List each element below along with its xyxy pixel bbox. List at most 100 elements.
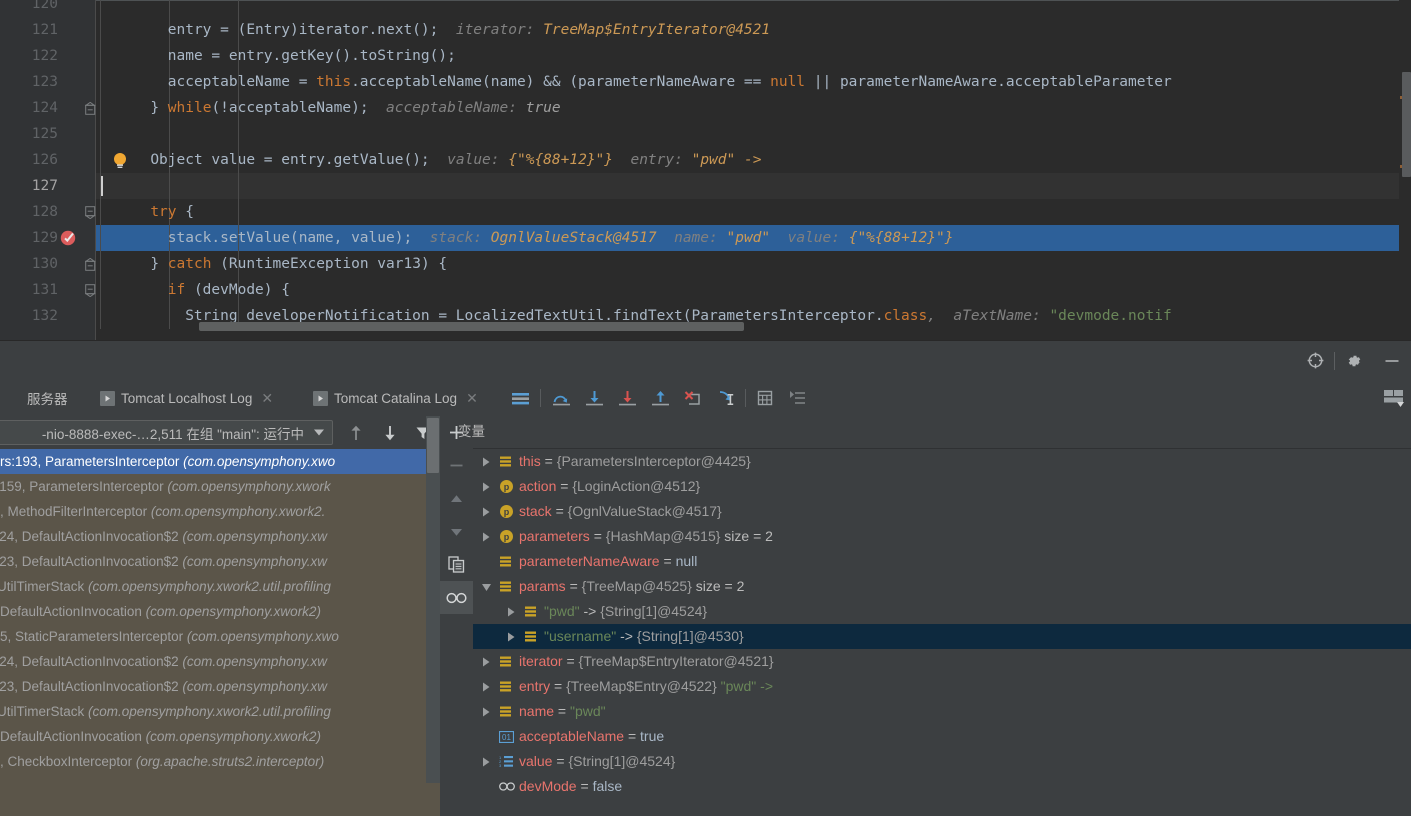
fold-start-icon[interactable] [85,199,96,225]
thread-selector-dropdown[interactable]: -nio-8888-exec-…2,511 在组 "main": 运行中 [0,420,333,445]
variable-row[interactable]: entry = {TreeMap$Entry@4522} "pwd" -> [473,674,1411,699]
step-into-icon[interactable] [578,380,611,416]
frame-list-item[interactable]: pt:83, CheckboxInterceptor (org.apache.s… [0,749,440,774]
expand-arrow-right-icon[interactable] [506,624,517,649]
code-line[interactable]: 131 if (devMode) { [0,277,1411,303]
variables-list[interactable]: this = {ParametersInterceptor@4425} p acti… [473,449,1411,816]
frame-list-item[interactable]: pt:105, StaticParametersInterceptor (com… [0,624,440,649]
frame-down-arrow[interactable] [377,420,403,445]
expand-arrow-right-icon[interactable] [481,449,492,474]
variable-row[interactable]: devMode = false [473,774,1411,799]
fold-end-icon[interactable] [85,251,96,277]
code-line[interactable]: 130} catch (RuntimeException var13) { [0,251,1411,277]
variable-text: acceptableName = true [519,724,664,749]
frame-list-item[interactable]: -55, UtilTimerStack (com.opensymphony.xw… [0,699,440,724]
minimize-icon[interactable] [1373,341,1411,380]
code-line[interactable]: 120 [0,0,1411,17]
close-icon[interactable]: ✕ [261,390,273,407]
variable-row[interactable]: "username" -> {String[1]@4530} [473,624,1411,649]
expand-arrow-right-icon[interactable] [481,699,492,724]
layout-settings-icon[interactable] [1378,380,1411,416]
variable-row[interactable]: this = {ParametersInterceptor@4425} [473,449,1411,474]
move-up-icon[interactable] [440,482,473,515]
close-icon[interactable]: ✕ [466,390,478,407]
variable-row[interactable]: 1 2 3 value = {String[1]@4524} [473,749,1411,774]
svg-text:p: p [504,507,510,517]
variable-equals: = [550,678,567,694]
drop-frame-icon[interactable] [677,380,710,416]
editor-marker-gutter[interactable] [1399,0,1411,340]
code-line[interactable]: 125 [0,121,1411,147]
editor-scrollbar-thumb[interactable] [1402,72,1411,177]
fold-end-icon[interactable] [85,95,96,121]
inspect-glasses-icon[interactable] [440,581,473,614]
expand-arrow-right-icon[interactable] [481,524,492,549]
remove-watch-minus-icon[interactable] [440,449,473,482]
field-icon [499,674,515,699]
breakpoint-verified-icon[interactable] [59,228,78,247]
step-out-icon[interactable] [644,380,677,416]
code-editor[interactable]: 120 121 entry = (Entry)iterator.next(); it… [0,0,1411,340]
force-step-into-icon[interactable] [611,380,644,416]
variable-name: parameters [519,528,590,544]
expand-arrow-right-icon[interactable] [481,474,492,499]
expand-arrow-right-icon[interactable] [481,499,492,524]
expand-arrow-right-icon[interactable] [506,599,517,624]
variable-row[interactable]: parameterNameAware = null [473,549,1411,574]
frame-list-item[interactable]: pt:86, MethodFilterInterceptor (com.open… [0,499,440,524]
frame-list-item[interactable]: ing:224, DefaultActionInvocation$2 (com.… [0,524,440,549]
fold-start-icon[interactable] [85,277,96,303]
move-down-icon[interactable] [440,515,473,548]
parameter-icon: p [499,499,515,524]
show-execution-point-icon[interactable] [781,380,814,416]
variable-row[interactable]: name = "pwd" [473,699,1411,724]
evaluate-expression-icon[interactable] [748,380,781,416]
frame-list-item[interactable]: 221, DefaultActionInvocation (com.opensy… [0,724,440,749]
tab-server[interactable]: 服务器 [27,380,68,416]
frame-list-item[interactable]: ing:223, DefaultActionInvocation$2 (com.… [0,674,440,699]
expand-arrow-right-icon[interactable] [481,749,492,774]
variable-row[interactable]: 01 acceptableName = true [473,724,1411,749]
copy-icon[interactable] [440,548,473,581]
intention-bulb-icon[interactable] [111,151,129,170]
editor-horizontal-scrollbar[interactable] [199,322,744,331]
code-line[interactable]: 129 stack.setValue(name, value); stack: O… [0,225,1411,251]
variable-row[interactable]: iterator = {TreeMap$EntryIterator@4521} [473,649,1411,674]
frame-list-item[interactable]: -55, UtilTimerStack (com.opensymphony.xw… [0,574,440,599]
code-text: if (devMode) { [168,277,290,303]
code-line[interactable]: 126 Object value = entry.getValue(); valu… [0,147,1411,173]
frame-list-item[interactable]: ing:223, DefaultActionInvocation$2 (com.… [0,549,440,574]
console-lines-icon[interactable] [504,380,537,416]
frame-list-item[interactable]: ing:224, DefaultActionInvocation$2 (com.… [0,649,440,674]
expand-arrow-right-icon[interactable] [481,649,492,674]
code-line[interactable]: 123 acceptableName = this.acceptableName(… [0,69,1411,95]
frame-list-item[interactable]: 221, DefaultActionInvocation (com.opensy… [0,599,440,624]
variable-row[interactable]: p stack = {OgnlValueStack@4517} [473,499,1411,524]
tab-tomcat-localhost-log[interactable]: Tomcat Localhost Log ✕ [100,380,273,416]
frames-scrollbar-thumb[interactable] [427,418,439,473]
code-line[interactable]: 121 entry = (Entry)iterator.next(); itera… [0,17,1411,43]
frames-list[interactable]: meters:193, ParametersInterceptor (com.o… [0,449,440,816]
variable-text: devMode = false [519,774,622,799]
frame-list-item[interactable]: meters:193, ParametersInterceptor (com.o… [0,449,440,474]
crosshair-target-icon[interactable] [1296,341,1334,380]
settings-gear-icon[interactable] [1335,341,1373,380]
frame-up-arrow[interactable] [343,420,369,445]
variable-row[interactable]: params = {TreeMap@4525} size = 2 [473,574,1411,599]
frame-list-item[interactable]: cept:159, ParametersInterceptor (com.ope… [0,474,440,499]
tab-tomcat-catalina-log[interactable]: Tomcat Catalina Log ✕ [313,380,478,416]
expand-arrow-down-icon[interactable] [481,574,492,599]
variable-row[interactable]: p action = {LoginAction@4512} [473,474,1411,499]
expand-arrow-right-icon[interactable] [481,674,492,699]
run-to-cursor-icon[interactable] [710,380,743,416]
variable-row[interactable]: p parameters = {HashMap@4515} size = 2 [473,524,1411,549]
code-line[interactable]: 124} while(!acceptableName); acceptableN… [0,95,1411,121]
variable-row[interactable]: "pwd" -> {String[1]@4524} [473,599,1411,624]
step-over-icon[interactable] [545,380,578,416]
code-line[interactable]: 122 name = entry.getKey().toString(); [0,43,1411,69]
variable-value: {TreeMap@4525} [581,578,692,594]
variable-value-extra: "pwd" -> [720,678,774,694]
code-line[interactable]: 127 [0,173,1411,199]
code-token: iterator: [438,22,544,38]
code-line[interactable]: 128 try { [0,199,1411,225]
